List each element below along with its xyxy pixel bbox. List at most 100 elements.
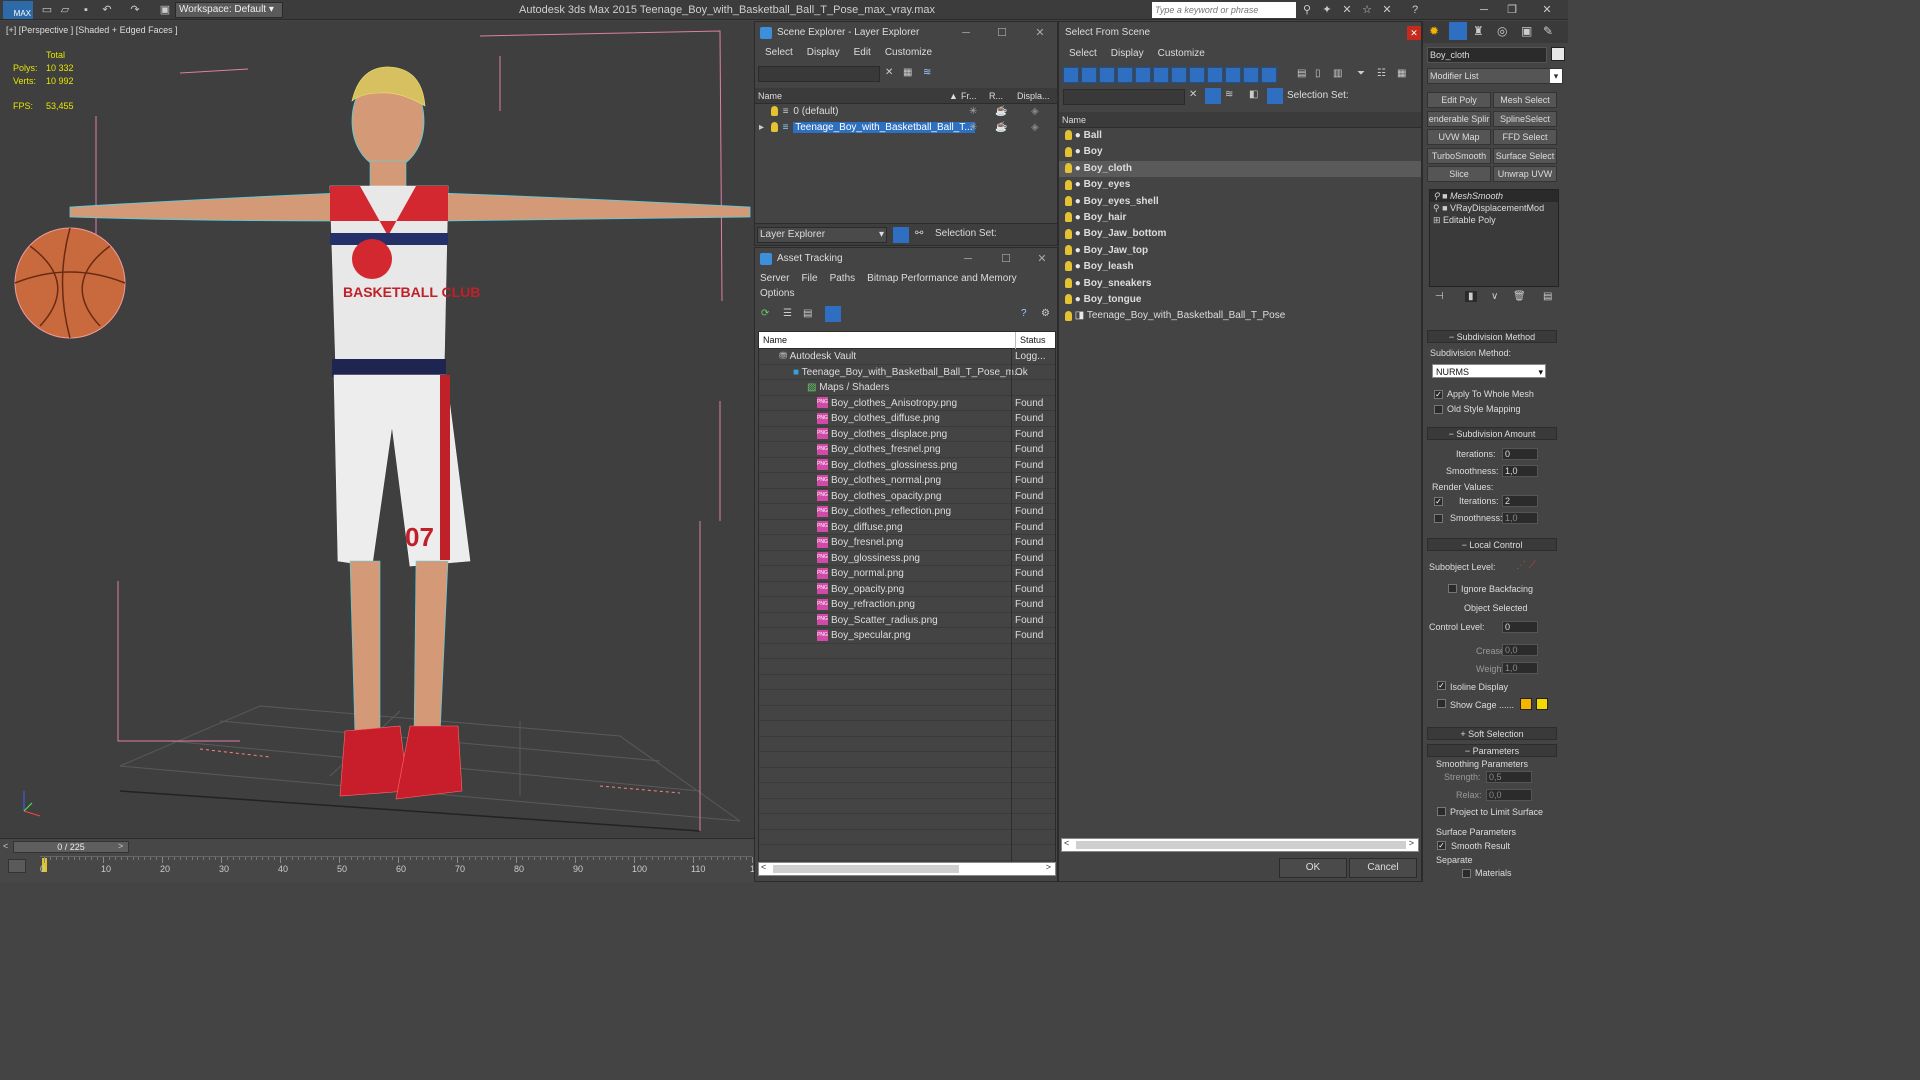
perspective-viewport[interactable]: BASKETBALL CLUB 07 [+] [Perspective ] [S… [0,21,754,838]
smoothness-spinner[interactable]: 1,0 [1502,465,1538,477]
explorer-dropdown[interactable]: Layer Explorer ▾ [757,227,887,243]
col-status[interactable]: Status [1015,332,1046,349]
prev-frame-icon[interactable]: < [3,841,8,851]
show-cage-checkbox[interactable] [1437,699,1446,708]
filter-frozen-icon[interactable] [1243,67,1259,83]
scene-object-row[interactable]: ● Boy_hair [1059,210,1421,226]
settings-icon[interactable]: ⚙ [1041,308,1050,319]
filter-hidden-icon[interactable] [1261,67,1277,83]
scene-object-row[interactable]: ● Boy_Jaw_bottom [1059,226,1421,242]
clear-search-icon[interactable]: ✕ [885,67,893,78]
grid-view-icon[interactable] [825,306,841,322]
table-icon[interactable]: ▤ [803,308,812,319]
select-name-header[interactable]: Name [1059,112,1421,128]
help-icon[interactable]: ? [1021,308,1027,319]
modifier-button[interactable]: TurboSmooth [1427,147,1491,164]
display-icon[interactable]: ◈ [1031,120,1039,136]
light-bulb-icon[interactable] [1065,179,1072,190]
isoline-display-checkbox[interactable]: ✓ [1437,681,1446,690]
render-iterations-spinner[interactable]: 2 [1502,495,1538,507]
menu-file[interactable]: File [801,270,817,288]
minimize-icon[interactable]: ─ [953,248,983,270]
asset-hscrollbar[interactable]: < > [758,862,1056,876]
subdivision-method-select[interactable]: NURMS ▾ [1432,364,1546,378]
columns-icon[interactable]: ▦ [1397,68,1406,79]
select-search-field[interactable] [1063,89,1185,105]
filter-icon[interactable]: ▦ [903,67,912,78]
workspace-dropdown[interactable]: Workspace: Default ▾ [175,2,283,18]
light-bulb-icon[interactable] [1065,212,1072,223]
layer-row-teenage-boy[interactable]: ▸ ≡ Teenage_Boy_with_Basketball_Ball_T..… [755,120,1057,136]
maximize-icon[interactable]: ❐ [1505,3,1519,17]
light-bulb-icon[interactable] [1065,130,1072,141]
maximize-icon[interactable]: ☐ [991,248,1021,270]
close-panel-icon[interactable]: ✕ [1380,3,1394,17]
next-frame-icon[interactable]: > [118,841,123,851]
modifier-button[interactable]: Unwrap UVW [1493,166,1557,182]
scene-object-row[interactable]: ● Boy_sneakers [1059,276,1421,292]
display-tab-icon[interactable]: ▣ [1521,24,1532,38]
crease-spinner[interactable]: 0,0 [1502,644,1538,656]
redo-icon[interactable]: ↷ [128,3,142,17]
modifier-list-dropdown[interactable]: Modifier List ▾ [1427,68,1563,84]
scene-object-row[interactable]: ● Boy_Jaw_top [1059,243,1421,259]
scene-object-row[interactable]: ● Boy [1059,144,1421,160]
light-bulb-icon[interactable] [1065,195,1072,206]
light-bulb-icon[interactable] [1065,163,1072,174]
strength-spinner[interactable]: 0,5 [1486,771,1532,783]
pin-stack-icon[interactable]: ⊣ [1435,291,1444,302]
track-bar[interactable]: 0102030405060708090100110120 [40,856,765,881]
close-icon[interactable]: ✕ [1025,22,1055,44]
remove-modifier-icon[interactable]: 🗑 [1513,291,1526,302]
cage-color-swatch-2[interactable] [1536,698,1548,710]
freeze-icon[interactable]: ✳ [969,104,977,120]
weight-spinner[interactable]: 1,0 [1502,662,1538,674]
light-bulb-icon[interactable] [1065,245,1072,256]
layers-icon[interactable]: ≋ [1225,89,1233,100]
viewport-label[interactable]: [+] [Perspective ] [Shaded + Edged Faces… [6,25,178,35]
scene-object-row[interactable]: ● Boy_eyes_shell [1059,194,1421,210]
menu-display[interactable]: Display [1111,44,1144,64]
modifier-button[interactable]: Surface Select [1493,147,1557,164]
light-bulb-icon[interactable] [1065,261,1072,272]
stack-meshsmooth[interactable]: ⚲ ■ MeshSmooth [1430,190,1558,202]
local-control-rollout[interactable]: − Local Control [1427,538,1557,551]
ignore-backfacing-checkbox[interactable] [1448,584,1457,593]
light-bulb-icon[interactable] [1065,146,1072,157]
light-bulb-icon[interactable] [1065,228,1072,239]
create-tab-icon[interactable]: ✹ [1429,24,1439,38]
sort-icon[interactable]: ▲ [949,88,958,104]
cage-color-swatch-1[interactable] [1520,698,1532,710]
search-input[interactable]: Type a keyword or phrase [1152,2,1296,18]
filter-lights-icon[interactable] [1099,67,1115,83]
light-bulb-icon[interactable] [771,106,778,117]
binoculars-icon[interactable]: ⚲ [1300,3,1314,17]
utilities-tab-icon[interactable]: ✎ [1543,24,1553,38]
new-icon[interactable]: ▭ [40,3,54,17]
col-name[interactable]: Name [758,88,782,104]
light-bulb-icon[interactable] [1065,294,1072,305]
hierarchy-icon[interactable]: ☷ [1377,68,1386,79]
menu-options[interactable]: Options [760,288,794,302]
scene-object-row[interactable]: ● Boy_leash [1059,259,1421,275]
parameters-rollout[interactable]: − Parameters [1427,744,1557,757]
stack-editable-poly[interactable]: ⊞ Editable Poly [1430,214,1558,226]
selection-set-icon-2[interactable] [1267,88,1283,104]
filter-helpers-icon[interactable] [1135,67,1151,83]
freeze-icon[interactable]: ✳ [969,120,977,136]
soft-selection-rollout[interactable]: + Soft Selection [1427,727,1557,740]
make-unique-icon[interactable]: ∨ [1491,291,1498,302]
display-icon[interactable]: ◈ [1031,104,1039,120]
help-icon[interactable]: ? [1408,3,1422,17]
render-smoothness-checkbox[interactable] [1434,514,1443,523]
render-smoothness-spinner[interactable]: 1,0 [1502,512,1538,524]
filter-groups-icon[interactable] [1171,67,1187,83]
configure-sets-icon[interactable]: ▤ [1543,291,1552,302]
object-name-field[interactable]: Boy_cloth [1427,47,1547,63]
light-bulb-icon[interactable] [1065,310,1072,321]
filter-spacewarps-icon[interactable] [1153,67,1169,83]
star-icon[interactable]: ☆ [1360,3,1374,17]
show-end-result-icon[interactable]: ▮ [1465,291,1477,302]
render-icon[interactable]: ☕ [995,120,1007,136]
selection-set-icon[interactable]: ◧ [1249,89,1258,100]
